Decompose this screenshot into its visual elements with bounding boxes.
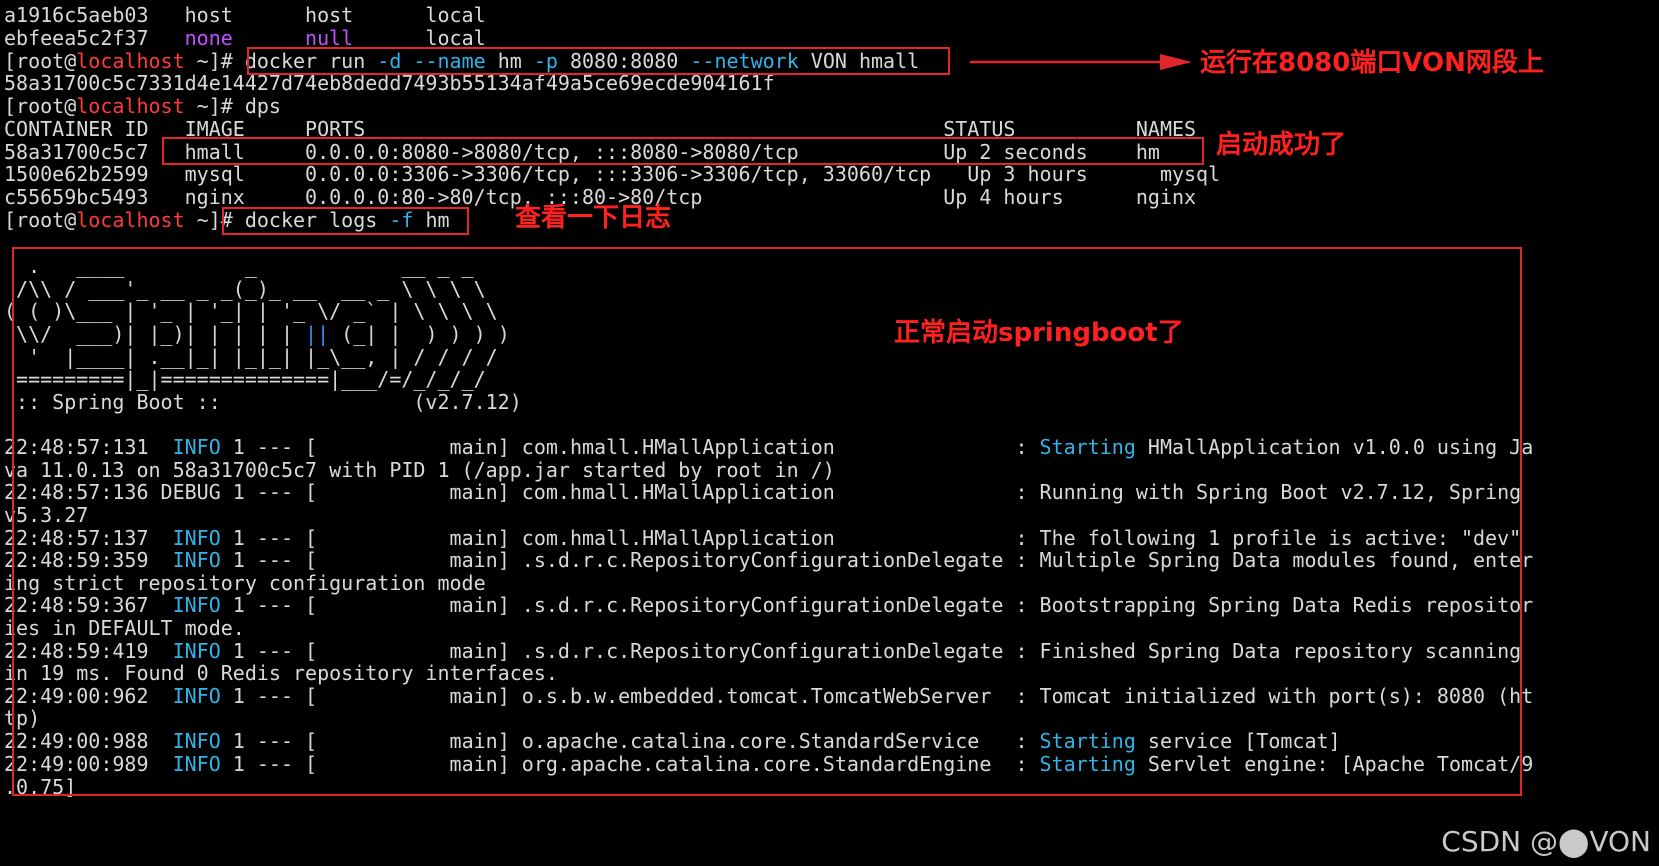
csdn-watermark: CSDN @⬤VON <box>1441 825 1651 858</box>
terminal-line: 1500e62b2599 mysql 0.0.0.0:3306->3306/tc… <box>4 162 1220 186</box>
docker-run-highlight-box <box>247 47 950 75</box>
terminal-text-segment: [root@ <box>4 49 77 73</box>
annotation-run-note: 运行在8080端口VON网段上 <box>1200 48 1544 78</box>
terminal-text-segment: localhost <box>76 94 185 118</box>
annotation-logs-note: 查看一下日志 <box>515 203 672 233</box>
hm-container-row-highlight-box <box>162 137 1204 165</box>
terminal-line: a1916c5aeb03 host host local <box>4 3 486 27</box>
terminal-text-segment: ~]# dps <box>184 94 281 118</box>
terminal-text-segment: none <box>184 26 233 50</box>
terminal-line: [root@localhost ~]# dps <box>4 94 281 118</box>
terminal-text-segment: localhost <box>76 208 185 232</box>
terminal-text-segment: a1916c5aeb03 host host local <box>4 3 486 27</box>
terminal-text-segment: 1500e62b2599 mysql 0.0.0.0:3306->3306/tc… <box>4 162 1221 186</box>
annotation-started-note: 启动成功了 <box>1216 130 1347 160</box>
terminal-text-segment: localhost <box>76 49 185 73</box>
annotation-springboot-note: 正常启动springboot了 <box>894 318 1184 348</box>
terminal-text-segment: ebfeea5c2f37 <box>4 26 185 50</box>
right-arrow-icon <box>970 54 1192 70</box>
springboot-log-highlight-box <box>12 247 1522 796</box>
terminal-window[interactable]: a1916c5aeb03 host host local ebfeea5c2f37… <box>0 0 1659 866</box>
docker-logs-highlight-box <box>222 207 469 235</box>
terminal-text-segment: [root@ <box>4 208 77 232</box>
terminal-text-segment: [root@ <box>4 94 77 118</box>
